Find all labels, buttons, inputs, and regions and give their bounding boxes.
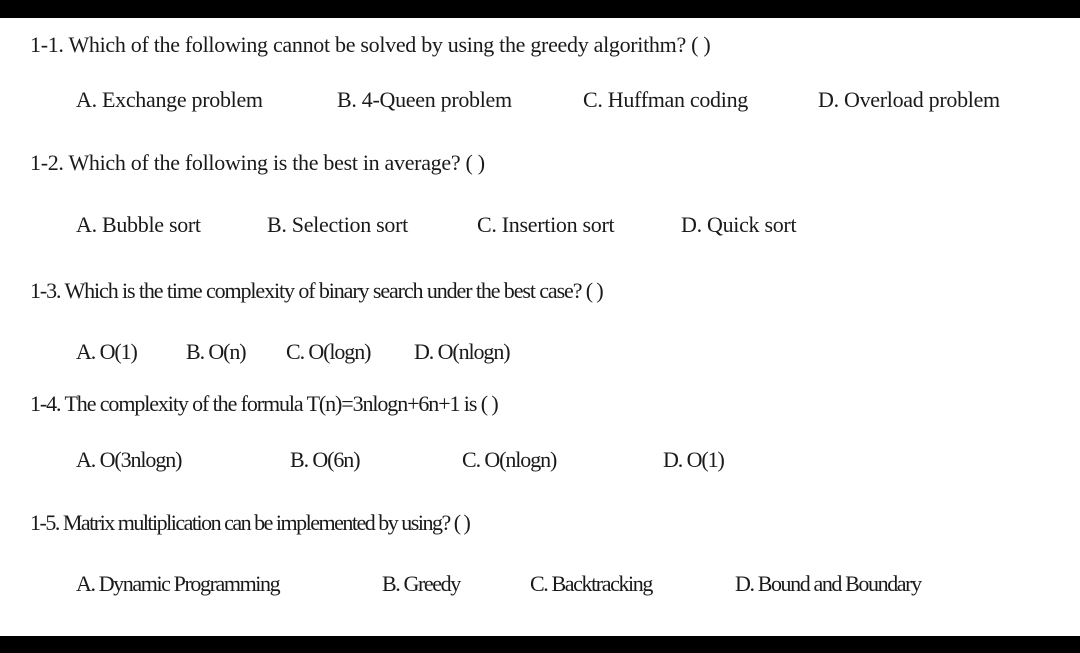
question-number: 1-2. bbox=[30, 150, 64, 175]
question-number: 1-5. bbox=[30, 510, 60, 535]
question-number: 1-4. bbox=[30, 391, 62, 416]
answer-blank: ( ) bbox=[465, 150, 486, 175]
top-black-bar bbox=[0, 0, 1080, 18]
option-b: B. Greedy bbox=[382, 571, 461, 596]
option-a: A. Bubble sort bbox=[76, 212, 201, 237]
option-d: D. Quick sort bbox=[681, 212, 797, 237]
answer-blank: ( ) bbox=[453, 510, 471, 535]
answer-blank: ( ) bbox=[585, 278, 604, 303]
question-text: Which is the time complexity of binary s… bbox=[64, 278, 582, 303]
option-c: C. Insertion sort bbox=[477, 212, 615, 237]
option-a: A. O(3nlogn) bbox=[76, 447, 182, 472]
option-d: D. O(nlogn) bbox=[414, 339, 511, 364]
option-a: A. Exchange problem bbox=[76, 87, 263, 112]
question-number: 1-1. bbox=[30, 32, 64, 57]
option-a: A. O(1) bbox=[76, 339, 138, 364]
question-number: 1-3. bbox=[30, 278, 62, 303]
question-1-4: 1-4. The complexity of the formula T(n)=… bbox=[30, 391, 499, 417]
option-b: B. O(n) bbox=[186, 339, 247, 364]
option-d: D. O(1) bbox=[663, 447, 725, 472]
option-d: D. Overload problem bbox=[818, 87, 1000, 112]
question-1-1: 1-1. Which of the following cannot be so… bbox=[30, 32, 711, 58]
option-d: D. Bound and Boundary bbox=[735, 571, 922, 596]
question-text: Which of the following cannot be solved … bbox=[68, 32, 686, 57]
option-b: B. 4-Queen problem bbox=[337, 87, 512, 112]
option-b: B. Selection sort bbox=[267, 212, 408, 237]
question-1-2: 1-2. Which of the following is the best … bbox=[30, 150, 485, 176]
option-a: A. Dynamic Programming bbox=[76, 571, 281, 596]
option-c: C. O(nlogn) bbox=[462, 447, 557, 472]
question-text: Matrix multiplication can be implemented… bbox=[62, 510, 451, 535]
answer-blank: ( ) bbox=[691, 32, 711, 57]
bottom-black-bar bbox=[0, 636, 1080, 653]
question-1-5: 1-5. Matrix multiplication can be implem… bbox=[30, 510, 471, 536]
answer-blank: ( ) bbox=[480, 391, 499, 416]
option-c: C. Huffman coding bbox=[583, 87, 748, 112]
option-c: C. O(logn) bbox=[286, 339, 371, 364]
question-text: The complexity of the formula T(n)=3nlog… bbox=[64, 391, 477, 416]
option-b: B. O(6n) bbox=[290, 447, 361, 472]
question-1-3: 1-3. Which is the time complexity of bin… bbox=[30, 278, 604, 304]
option-c: C. Backtracking bbox=[530, 571, 653, 596]
question-text: Which of the following is the best in av… bbox=[68, 150, 461, 175]
